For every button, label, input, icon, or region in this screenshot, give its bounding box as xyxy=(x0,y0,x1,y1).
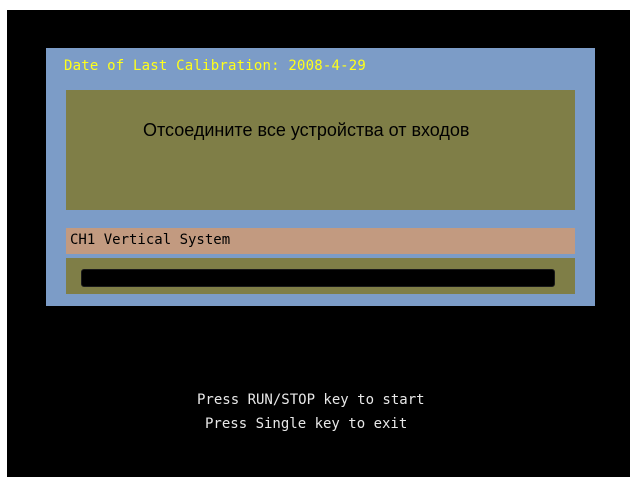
exit-instruction: Press Single key to exit xyxy=(205,416,408,432)
start-instruction: Press RUN/STOP key to start xyxy=(197,392,425,408)
last-calibration-date: Date of Last Calibration: 2008-4-29 xyxy=(64,58,367,74)
calibration-step-bar: CH1 Vertical System xyxy=(66,228,575,254)
disconnect-inputs-message: Отсоедините все устройства от входов xyxy=(143,120,470,140)
message-box: Отсоедините все устройства от входов xyxy=(66,90,575,210)
oscilloscope-screen: Date of Last Calibration: 2008-4-29 Отсо… xyxy=(7,10,630,477)
calibration-step-label: CH1 Vertical System xyxy=(70,232,231,248)
instructions: Press RUN/STOP key to start Press Single… xyxy=(197,388,557,436)
calibration-progress-bar xyxy=(81,269,555,287)
progress-box xyxy=(66,258,575,294)
calibration-panel: Date of Last Calibration: 2008-4-29 Отсо… xyxy=(46,48,595,306)
